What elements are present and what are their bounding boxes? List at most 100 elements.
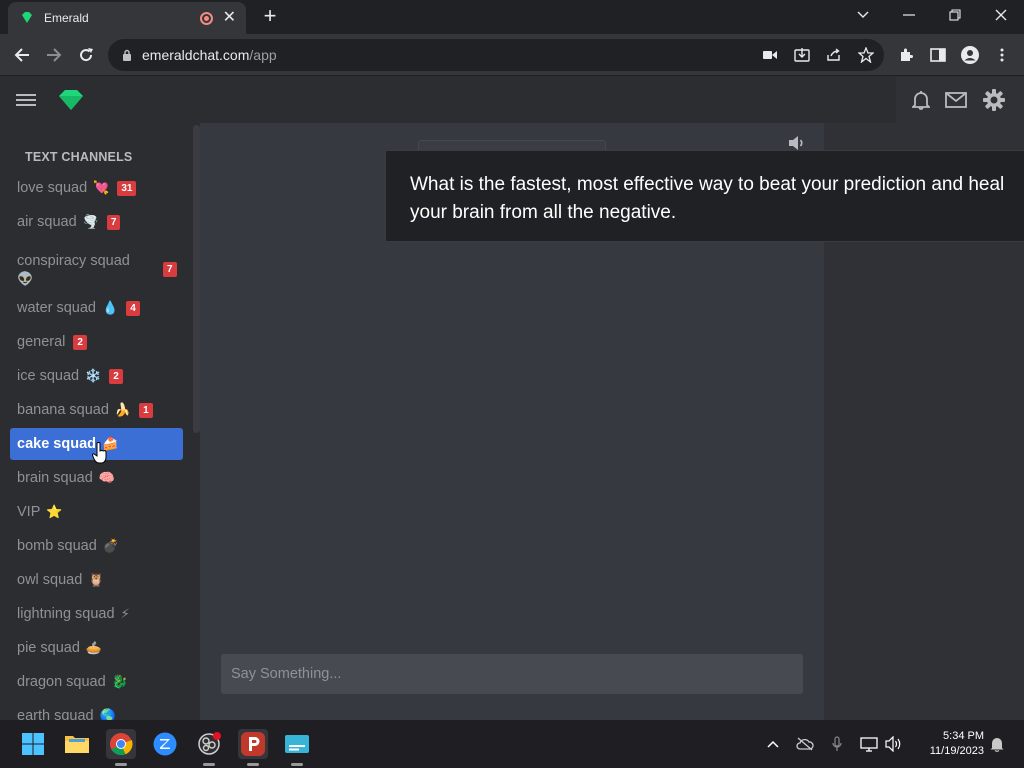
channel-item[interactable]: ice squad ❄️ 2: [10, 360, 183, 392]
pie-emoji-icon: 🥧: [85, 640, 103, 655]
channel-name: brain squad: [17, 470, 93, 486]
channel-item[interactable]: brain squad 🧠: [10, 462, 183, 494]
bell-icon[interactable]: [910, 89, 932, 111]
channel-sidebar: TEXT CHANNELS love squad 💘 31 air squad 🌪️ 7…: [0, 123, 200, 720]
browser-tab-bar: Emerald ✕ +: [0, 0, 1024, 34]
channel-name: water squad: [17, 300, 96, 316]
dragon-emoji-icon: 🐉: [111, 674, 128, 689]
channel-item[interactable]: VIP ⭐: [10, 496, 183, 528]
channel-name: ice squad: [17, 368, 80, 384]
captions-app-icon[interactable]: [282, 729, 312, 766]
mail-icon[interactable]: [945, 89, 967, 111]
settings-gear-icon[interactable]: [983, 89, 1005, 111]
extensions-icon[interactable]: [893, 42, 919, 68]
system-clock[interactable]: 5:34 PM 11/19/2023: [914, 729, 984, 759]
channel-item[interactable]: dragon squad 🐉: [10, 666, 183, 698]
psiphon-icon[interactable]: [238, 729, 268, 766]
windows-taskbar: 5:34 PM 11/19/2023: [0, 720, 1024, 768]
bookmark-star-icon[interactable]: [856, 47, 876, 63]
tab-search-icon[interactable]: [840, 0, 886, 30]
channel-item[interactable]: lightning squad ⚡: [10, 598, 183, 630]
unread-badge: 4: [126, 300, 140, 316]
minimize-button[interactable]: [886, 0, 932, 30]
back-button[interactable]: [9, 42, 35, 68]
install-app-icon[interactable]: [792, 47, 812, 63]
channel-name: VIP: [17, 504, 41, 520]
unread-badge: 2: [73, 334, 87, 350]
running-indicator: [247, 763, 259, 766]
running-indicator: [115, 763, 127, 766]
channel-item[interactable]: love squad 💘 31: [10, 172, 183, 204]
speaker-icon[interactable]: [788, 135, 806, 151]
channel-name: pie squad: [17, 640, 80, 656]
running-indicator: [291, 763, 303, 766]
address-bar[interactable]: emeraldchat.com/app: [108, 39, 884, 71]
unread-badge: 31: [117, 180, 137, 196]
browser-menu-icon[interactable]: [989, 42, 1015, 68]
obs-icon[interactable]: [194, 729, 224, 766]
channel-name: air squad: [17, 214, 77, 230]
running-indicator: [203, 763, 215, 766]
browser-tab[interactable]: Emerald ✕: [8, 2, 246, 34]
share-icon[interactable]: [824, 47, 844, 63]
lightning-emoji-icon: ⚡: [120, 606, 130, 621]
file-explorer-icon[interactable]: [62, 729, 92, 759]
reload-button[interactable]: [73, 42, 99, 68]
clock-time: 5:34 PM: [943, 730, 984, 742]
forward-button[interactable]: [41, 42, 67, 68]
channel-item[interactable]: pie squad 🥧: [10, 632, 183, 664]
side-panel-icon[interactable]: [925, 42, 951, 68]
url-text: emeraldchat.com/app: [142, 47, 277, 63]
tab-title: Emerald: [44, 11, 89, 25]
bomb-emoji-icon: 💣: [102, 538, 119, 553]
channel-item[interactable]: banana squad 🍌 1: [10, 394, 183, 426]
text-channels-heading: TEXT CHANNELS: [25, 150, 133, 164]
globe-emoji-icon: 🌎: [99, 708, 116, 720]
restore-button[interactable]: [932, 0, 978, 30]
channel-item[interactable]: bomb squad 💣: [10, 530, 183, 562]
star-emoji-icon: ⭐: [46, 504, 63, 519]
sidebar-scrollbar[interactable]: [193, 125, 200, 433]
hand-cursor-icon: [92, 442, 107, 464]
show-hidden-icons-chevron-icon[interactable]: [762, 734, 784, 754]
channel-item[interactable]: air squad 🌪️ 7: [10, 206, 183, 238]
channel-name: banana squad: [17, 402, 109, 418]
channel-item[interactable]: owl squad 🦉: [10, 564, 183, 596]
volume-icon[interactable]: [883, 734, 905, 754]
hamburger-menu-icon[interactable]: [15, 89, 37, 111]
channel-item[interactable]: water squad 💧 4: [10, 292, 183, 324]
emerald-logo-icon[interactable]: [56, 89, 86, 111]
cloud-offline-icon[interactable]: [794, 734, 816, 754]
microphone-icon[interactable]: [826, 734, 848, 754]
channel-name: love squad: [17, 180, 88, 196]
browser-toolbar: emeraldchat.com/app: [0, 34, 1024, 76]
channel-name: owl squad: [17, 572, 83, 588]
chrome-icon[interactable]: [106, 729, 136, 766]
heart-emoji-icon: 💘: [93, 180, 110, 195]
recording-icon: [199, 11, 213, 25]
message-input[interactable]: [221, 654, 803, 694]
unread-badge: 7: [163, 262, 177, 277]
channel-item[interactable]: conspiracy squad 👽 7: [10, 250, 183, 288]
channel-name: lightning squad: [17, 606, 115, 622]
tab-close-icon[interactable]: ✕: [223, 10, 236, 26]
windows-start-icon[interactable]: [18, 729, 48, 759]
lock-icon: [123, 49, 131, 61]
network-icon[interactable]: [858, 734, 880, 754]
camera-icon[interactable]: [760, 47, 780, 63]
new-tab-button[interactable]: +: [258, 4, 282, 28]
channel-name: earth squad: [17, 708, 94, 720]
caption-overlay: What is the fastest, most effective way …: [385, 150, 1024, 242]
unread-badge: 1: [139, 402, 153, 418]
tornado-emoji-icon: 🌪️: [82, 214, 99, 229]
channel-item[interactable]: general 2: [10, 326, 183, 358]
channel-name: dragon squad: [17, 674, 106, 690]
notification-bell-icon[interactable]: [986, 734, 1008, 754]
brain-emoji-icon: 🧠: [98, 470, 115, 485]
zoom-icon[interactable]: [150, 729, 180, 759]
close-window-button[interactable]: [978, 0, 1024, 30]
channel-item[interactable]: earth squad 🌎: [10, 700, 183, 720]
profile-icon[interactable]: [957, 42, 983, 68]
droplet-emoji-icon: 💧: [102, 300, 119, 315]
unread-badge: 7: [106, 214, 121, 230]
